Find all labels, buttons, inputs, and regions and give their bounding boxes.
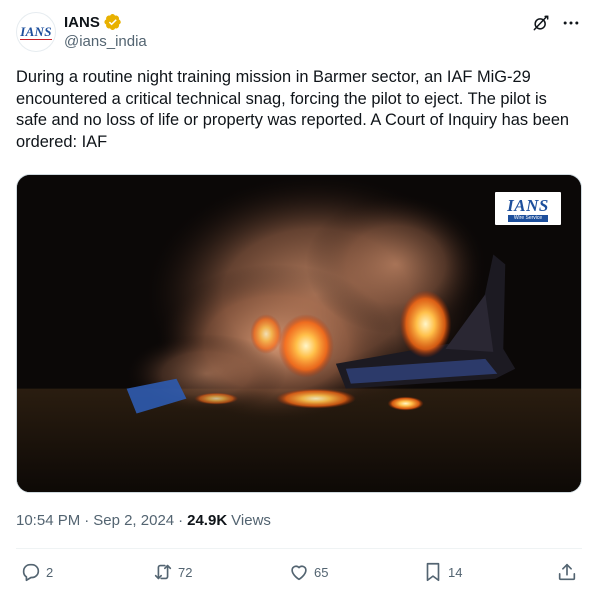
like-count: 65: [314, 564, 329, 580]
avatar-logo-text: IANS: [20, 23, 52, 40]
share-icon: [558, 563, 576, 581]
share-button[interactable]: [556, 558, 578, 586]
like-icon: [291, 565, 307, 581]
display-name[interactable]: IANS: [64, 14, 100, 31]
ians-watermark-logo: IANS Wire Service: [495, 192, 561, 225]
bookmark-icon: [426, 562, 440, 582]
tweet-meta: 10:54 PM · Sep 2, 2024 · 24.9K Views: [16, 512, 271, 529]
reply-button[interactable]: 2: [20, 558, 53, 586]
repost-button[interactable]: 72: [152, 558, 192, 586]
watermark-main-text: IANS: [507, 195, 549, 215]
avatar[interactable]: IANS: [16, 12, 56, 52]
meta-separator: ·: [84, 512, 90, 529]
meta-separator: ·: [178, 512, 184, 529]
account-handle[interactable]: @ians_india: [64, 33, 147, 50]
action-bar: 2 72 65 14: [16, 558, 582, 586]
bookmark-button[interactable]: 14: [422, 558, 462, 586]
verified-badge-icon[interactable]: [104, 13, 122, 31]
bookmark-count: 14: [448, 564, 463, 580]
tweet-date[interactable]: Sep 2, 2024: [93, 512, 174, 529]
reply-count: 2: [46, 564, 54, 580]
grok-icon[interactable]: [530, 12, 552, 34]
name-row: IANS: [64, 12, 122, 32]
like-button[interactable]: 65: [288, 558, 328, 586]
more-icon[interactable]: [560, 12, 582, 34]
divider: [16, 548, 582, 549]
tweet-media-image[interactable]: IANS Wire Service: [16, 174, 582, 493]
tweet-time[interactable]: 10:54 PM: [16, 512, 80, 529]
top-actions: [530, 12, 582, 34]
repost-icon: [154, 564, 172, 580]
repost-count: 72: [178, 564, 193, 580]
tweet: IANS IANS @ians_india During a routine n…: [0, 0, 598, 596]
tweet-text: During a routine night training mission …: [16, 68, 574, 151]
views-count[interactable]: 24.9K: [187, 512, 227, 529]
watermark-sub-text: Wire Service: [507, 214, 549, 222]
reply-icon: [22, 563, 40, 582]
views-label: Views: [231, 512, 271, 529]
